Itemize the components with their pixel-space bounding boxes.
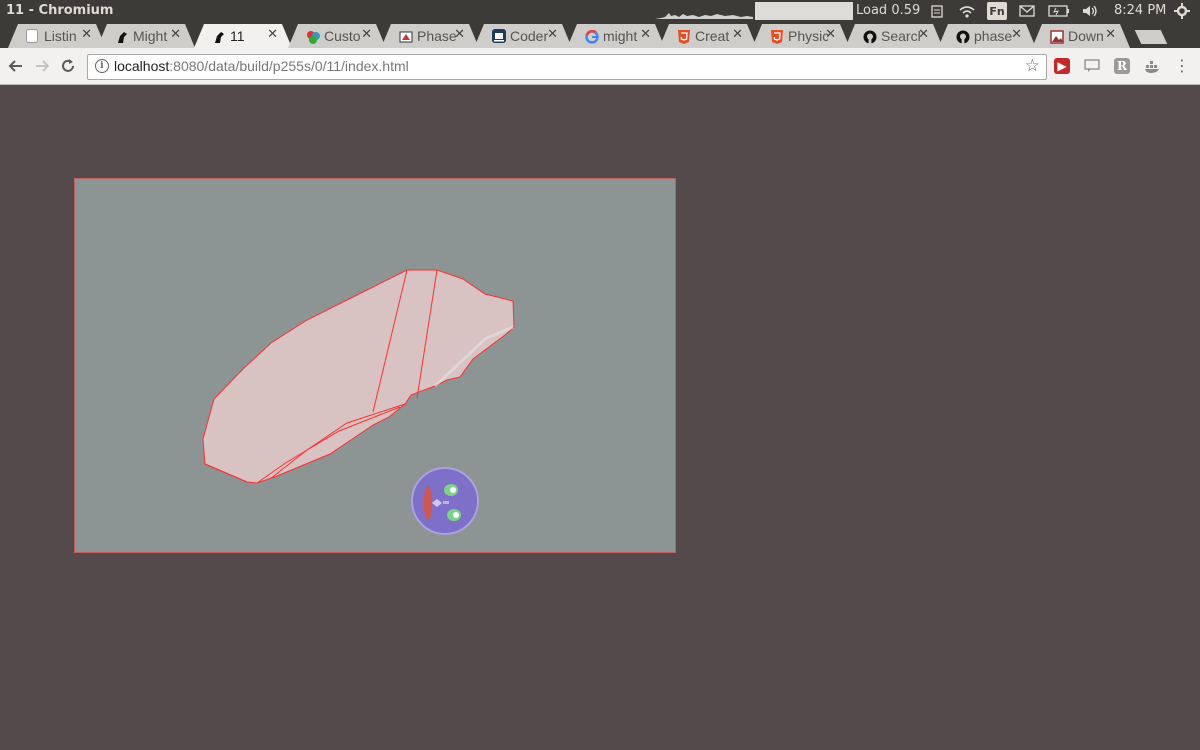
tab-label: Creat: [695, 28, 730, 44]
tab-label: Down: [1068, 28, 1104, 44]
tab-label: Coder: [510, 28, 549, 44]
load-indicator[interactable]: Load 0.59: [856, 3, 920, 18]
browser-tab[interactable]: Phase ✕: [381, 24, 479, 48]
mighty-icon: [115, 29, 129, 43]
browser-tab[interactable]: Custo ✕: [288, 24, 386, 48]
clipboard-icon[interactable]: [928, 2, 946, 20]
battery-icon[interactable]: [1047, 2, 1071, 20]
forward-button[interactable]: [32, 56, 52, 76]
mighty-icon: [212, 29, 226, 43]
document-icon: [26, 29, 38, 43]
browser-toolbar: i localhost:8080/data/build/p255s/0/11/i…: [0, 48, 1200, 85]
volume-icon[interactable]: [1080, 2, 1100, 20]
close-icon[interactable]: ✕: [640, 27, 651, 42]
close-icon[interactable]: ✕: [81, 27, 92, 42]
phaser-icon: [399, 29, 413, 43]
player-character: [411, 467, 479, 535]
close-icon[interactable]: ✕: [454, 27, 465, 42]
html5-icon: [677, 29, 691, 43]
game-canvas[interactable]: [75, 179, 675, 552]
browser-tab[interactable]: phase ✕: [938, 24, 1036, 48]
tab-strip: Listin ✕ Might ✕ 11 ✕ Custo ✕ Phase ✕ Co…: [0, 22, 1200, 48]
tab-label: Listin: [44, 28, 77, 44]
wifi-icon[interactable]: [956, 2, 978, 20]
google-icon: [585, 29, 599, 43]
image-icon: [1050, 29, 1064, 43]
window-title: 11 - Chromium: [6, 3, 114, 18]
browser-tab[interactable]: Creat ✕: [659, 24, 757, 48]
bookmark-star-icon[interactable]: ☆: [1025, 56, 1040, 76]
extension-icon-r[interactable]: R: [1114, 58, 1130, 74]
close-icon[interactable]: ✕: [361, 27, 372, 42]
custom-icon: [306, 29, 320, 43]
url-path: :8080/data/build/p255s/0/11/index.html: [169, 58, 409, 74]
tab-label: Might: [133, 28, 168, 44]
tab-label: Custo: [324, 28, 361, 44]
browser-tab-active[interactable]: 11 ✕: [194, 24, 292, 48]
load-meter[interactable]: [755, 2, 853, 20]
tab-label: might: [603, 28, 638, 44]
close-icon[interactable]: ✕: [267, 27, 278, 42]
close-icon[interactable]: ✕: [825, 27, 836, 42]
rock-platform: [202, 269, 515, 484]
tab-label: Physic: [788, 28, 828, 44]
address-bar[interactable]: i localhost:8080/data/build/p255s/0/11/i…: [87, 54, 1047, 80]
info-icon[interactable]: i: [95, 59, 109, 73]
extension-icon-chat[interactable]: [1084, 58, 1100, 74]
extension-icon-docker[interactable]: [1144, 58, 1160, 74]
github-icon: [863, 29, 877, 43]
close-icon[interactable]: ✕: [1105, 27, 1116, 42]
browser-tab[interactable]: Might ✕: [97, 24, 195, 48]
gear-icon[interactable]: [1172, 2, 1192, 20]
coder-icon: [492, 29, 506, 43]
back-button[interactable]: [6, 56, 26, 76]
reload-button[interactable]: [58, 56, 78, 76]
clock[interactable]: 8:24 PM: [1114, 3, 1166, 18]
browser-tab[interactable]: Coder ✕: [474, 24, 572, 48]
browser-tab[interactable]: might ✕: [567, 24, 665, 48]
browser-tab[interactable]: Searcl ✕: [845, 24, 943, 48]
extension-icon-red[interactable]: ▶: [1054, 58, 1070, 74]
url-text[interactable]: localhost:8080/data/build/p255s/0/11/ind…: [114, 58, 409, 74]
close-icon[interactable]: ✕: [1011, 27, 1022, 42]
os-top-panel: 11 - Chromium Load 0.59 Fn 8:24 PM: [0, 0, 1200, 22]
reload-icon: [62, 59, 74, 72]
browser-tab[interactable]: Listin ✕: [8, 24, 106, 48]
tab-label: Phase: [417, 28, 457, 44]
forward-arrow-icon: [36, 60, 50, 72]
mail-icon[interactable]: [1017, 2, 1037, 20]
tab-label: 11: [230, 28, 245, 44]
fn-key-indicator[interactable]: Fn: [987, 2, 1007, 20]
browser-tab[interactable]: Physic ✕: [752, 24, 850, 48]
system-load-graph: [655, 13, 753, 19]
html5-icon: [770, 29, 784, 43]
close-icon[interactable]: ✕: [547, 27, 558, 42]
url-host: localhost: [114, 58, 170, 74]
back-arrow-icon: [8, 60, 22, 72]
close-icon[interactable]: ✕: [732, 27, 743, 42]
close-icon[interactable]: ✕: [170, 27, 181, 42]
tab-label: Searcl: [881, 28, 921, 44]
tab-label: phase: [974, 28, 1013, 44]
close-icon[interactable]: ✕: [918, 27, 929, 42]
github-icon: [956, 29, 970, 43]
browser-tab[interactable]: Down ✕: [1032, 24, 1130, 48]
menu-kebab-icon[interactable]: ⋮: [1174, 58, 1190, 74]
